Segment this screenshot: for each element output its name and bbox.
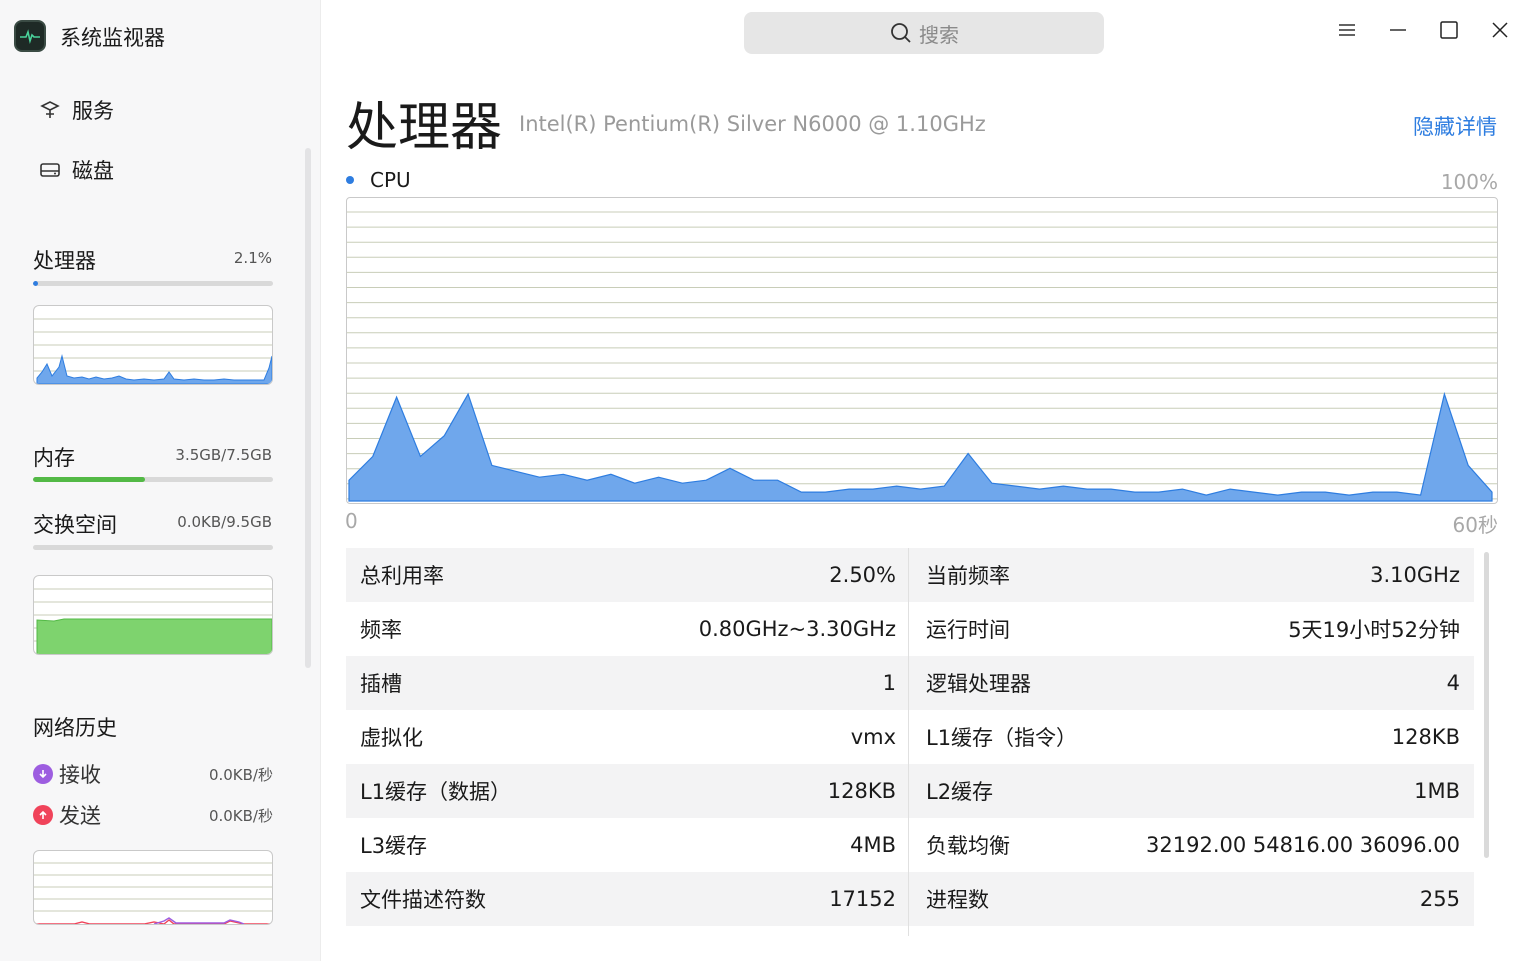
sidebar-scrollbar[interactable] — [305, 148, 311, 668]
detail-value: 128KB — [1391, 725, 1460, 749]
sidebar-cpu-value: 2.1% — [233, 249, 272, 267]
maximize-button[interactable] — [1432, 14, 1466, 46]
services-icon — [40, 101, 60, 118]
detail-value: 17152 — [829, 887, 896, 911]
nav-item-disk[interactable]: 磁盘 — [38, 155, 114, 185]
x-max-label: 60秒 — [1452, 513, 1498, 537]
details-scrollbar[interactable] — [1484, 552, 1489, 858]
nav-label-disk: 磁盘 — [72, 159, 114, 183]
sidebar-network-label: 网络历史 — [33, 716, 117, 740]
detail-label: 负载均衡 — [926, 834, 1010, 858]
app-icon — [14, 20, 46, 52]
memory-usage-bar — [33, 477, 273, 482]
memory-mini-chart[interactable] — [33, 575, 273, 655]
detail-value: 2.50% — [829, 563, 896, 587]
search-box[interactable]: 搜索 — [744, 12, 1104, 54]
details-row: 总利用率 2.50% 当前频率 3.10GHz — [346, 548, 1474, 602]
details-row: 文件描述符数 17152 进程数 255 — [346, 872, 1474, 926]
detail-label: 虚拟化 — [360, 726, 423, 750]
detail-value: 1MB — [1414, 779, 1460, 803]
cpu-usage-chart[interactable] — [346, 197, 1498, 504]
detail-value: 128KB — [827, 779, 896, 803]
sidebar-swap-value: 0.0KB/9.5GB — [177, 513, 272, 531]
menu-button[interactable] — [1330, 14, 1364, 46]
page-title: 处理器 — [346, 98, 503, 158]
network-receive-label: 接收 — [59, 763, 101, 787]
sidebar-swap-label: 交换空间 — [33, 513, 117, 537]
details-row: 插槽 1 逻辑处理器 4 — [346, 656, 1474, 710]
detail-value: 32192.00 54816.00 36096.00 — [1146, 833, 1460, 857]
sidebar-cpu-label: 处理器 — [33, 249, 96, 273]
cpu-usage-bar — [33, 281, 273, 286]
app-title: 系统监视器 — [60, 26, 165, 50]
cpu-usage-fill — [33, 281, 39, 286]
network-send-label: 发送 — [59, 804, 101, 828]
detail-label: 进程数 — [926, 888, 989, 912]
cpu-mini-chart[interactable] — [33, 305, 273, 385]
detail-label: 运行时间 — [926, 618, 1010, 642]
detail-label: 频率 — [360, 618, 402, 642]
upload-arrow-icon — [33, 805, 53, 825]
detail-label: 逻辑处理器 — [926, 672, 1031, 696]
details-row: 频率 0.80GHz~3.30GHz 运行时间 5天19小时52分钟 — [346, 602, 1474, 656]
disk-icon — [40, 163, 60, 177]
close-icon — [1492, 22, 1508, 38]
details-row: 虚拟化 vmx L1缓存（指令） 128KB — [346, 710, 1474, 764]
detail-label: 当前频率 — [926, 564, 1010, 588]
sidebar-memory-label: 内存 — [33, 446, 75, 470]
x-min-label: 0 — [345, 509, 358, 533]
network-send-value: 0.0KB/秒 — [208, 806, 273, 825]
detail-value: 5天19小时52分钟 — [1288, 618, 1460, 642]
chart-legend: CPU — [346, 168, 411, 192]
hide-details-link[interactable]: 隐藏详情 — [1413, 111, 1497, 141]
detail-value: 4MB — [850, 833, 896, 857]
cpu-model-name: Intel(R) Pentium(R) Silver N6000 @ 1.10G… — [519, 112, 986, 136]
maximize-icon — [1440, 21, 1458, 39]
search-placeholder: 搜索 — [919, 22, 959, 47]
details-row: L3缓存 4MB 负载均衡 32192.00 54816.00 36096.00 — [346, 818, 1474, 872]
minimize-button[interactable] — [1381, 14, 1415, 46]
details-column-divider — [908, 548, 909, 936]
memory-usage-fill — [33, 477, 146, 482]
sidebar: 系统监视器 服务 磁盘 处理器 2.1% 内存 3.5GB/7.5GB 交换空间… — [0, 0, 321, 961]
minimize-icon — [1390, 29, 1406, 31]
detail-label: 总利用率 — [360, 564, 444, 588]
nav-item-services[interactable]: 服务 — [38, 95, 114, 125]
swap-usage-bar — [33, 545, 273, 550]
sidebar-memory-value: 3.5GB/7.5GB — [175, 446, 272, 464]
network-receive-row: 接收 0.0KB/秒 — [33, 760, 273, 788]
detail-value: 4 — [1446, 671, 1460, 695]
detail-label: 文件描述符数 — [360, 888, 486, 912]
detail-value: 1 — [882, 671, 896, 695]
y-max-label: 100% — [1440, 170, 1498, 194]
close-button[interactable] — [1483, 14, 1517, 46]
download-arrow-icon — [33, 764, 53, 784]
detail-value: vmx — [850, 725, 896, 749]
search-icon — [891, 23, 911, 43]
cpu-legend-dot — [346, 176, 354, 184]
detail-label: L1缓存（数据） — [360, 780, 512, 804]
detail-value: 255 — [1419, 887, 1460, 911]
nav-label-services: 服务 — [72, 99, 114, 123]
detail-label: 插槽 — [360, 672, 402, 696]
network-mini-chart[interactable] — [33, 850, 273, 925]
cpu-details-table: 总利用率 2.50% 当前频率 3.10GHz 频率 0.80GHz~3.30GHz 运行时… — [346, 548, 1474, 926]
details-row: L1缓存（数据） 128KB L2缓存 1MB — [346, 764, 1474, 818]
cpu-legend-label: CPU — [370, 168, 411, 192]
menu-icon — [1339, 24, 1355, 36]
network-send-row: 发送 0.0KB/秒 — [33, 801, 273, 829]
detail-value: 0.80GHz~3.30GHz — [698, 617, 896, 641]
detail-label: L2缓存 — [926, 780, 994, 804]
detail-label: L3缓存 — [360, 834, 428, 858]
detail-label: L1缓存（指令） — [926, 726, 1078, 750]
cpu-series-area — [348, 391, 1493, 502]
detail-value: 3.10GHz — [1370, 563, 1460, 587]
network-receive-value: 0.0KB/秒 — [208, 765, 273, 784]
